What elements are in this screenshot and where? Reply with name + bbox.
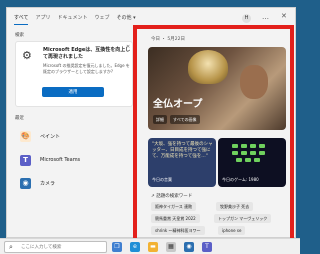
teams-icon[interactable]: T: [202, 242, 212, 252]
recent-item-teams[interactable]: T Microsoft Teams: [20, 150, 80, 170]
paint-icon: 🎨: [20, 130, 31, 142]
more-options-icon[interactable]: …: [262, 13, 269, 21]
left-pane: 検索 ⚙ ✕ Microsoft Edgeは、互換性を向上して再現されました M…: [7, 30, 139, 239]
details-chip[interactable]: 詳細: [153, 115, 167, 124]
all-images-chip[interactable]: すべての画像: [170, 115, 200, 124]
notification-title: Microsoft Edgeは、互換性を向上して再現されました: [43, 47, 131, 60]
trophy-image: [188, 50, 228, 84]
trending-item[interactable]: iphone se: [218, 226, 246, 235]
task-view-icon[interactable]: ❐: [112, 242, 122, 252]
news-date: 今日 ・ 5月22日: [151, 37, 185, 42]
tab-all[interactable]: すべて: [14, 8, 29, 28]
teams-icon: T: [20, 154, 31, 166]
tab-web[interactable]: ウェブ: [94, 8, 109, 28]
game-invaders-image: [232, 144, 272, 168]
recent-item-label: ペイント: [40, 133, 61, 140]
camera-icon[interactable]: ◉: [184, 242, 194, 252]
section-label-search: 検索: [15, 33, 24, 38]
avatar[interactable]: H: [242, 14, 251, 23]
taskbar-search-box[interactable]: ⌕: [4, 241, 107, 253]
game-card-label: 今日のゲーム: 1980: [222, 177, 259, 182]
search-tabs: すべて アプリ ドキュメント ウェブ その他 ▾ H … ✕: [7, 8, 295, 28]
recent-item-camera[interactable]: ◉ カメラ: [20, 173, 55, 193]
trending-item[interactable]: トップガン マーヴェリック: [214, 214, 272, 223]
apply-button[interactable]: 適用: [42, 87, 104, 97]
trending-item[interactable]: 競馬重賞 天皇賞 2022: [151, 214, 200, 223]
trending-item[interactable]: shrink 〜精神科医ヨワ〜: [151, 226, 205, 235]
search-flyout: すべて アプリ ドキュメント ウェブ その他 ▾ H … ✕ 検索 ⚙ ✕ Mi…: [6, 7, 296, 238]
recent-item-label: Microsoft Teams: [40, 157, 81, 163]
tab-more[interactable]: その他 ▾: [117, 8, 136, 28]
recent-item-label: カメラ: [40, 180, 56, 187]
section-label-recent: 最近: [15, 116, 24, 121]
folder-icon[interactable]: ▬: [148, 242, 158, 252]
quote-card-label: 今日の言葉: [152, 177, 172, 182]
trending-item[interactable]: 牧野美沙子 死去: [216, 202, 254, 211]
gear-icon: ⚙: [22, 49, 32, 62]
trending-heading: ↗ 話題の検索ワード: [151, 194, 193, 199]
search-icon: ⌕: [9, 243, 13, 251]
taskbar: ⌕ ❐ e ▬ ▦ ◉ T: [0, 238, 300, 254]
close-icon[interactable]: ✕: [281, 12, 287, 20]
edge-notification-card: ⚙ ✕ Microsoft Edgeは、互換性を向上して再現されました Micr…: [15, 41, 133, 107]
player-image: [240, 65, 268, 99]
trending-item[interactable]: 阪神タイガース 連敗: [151, 202, 197, 211]
quote-text: "大坂、強を持つて最後のシャッター、日目成を持つて強にて、万能成を持つて強を…": [152, 142, 213, 159]
edge-icon[interactable]: e: [130, 242, 140, 252]
quote-card[interactable]: "大坂、強を持つて最後のシャッター、日目成を持つて強にて、万能成を持つて強を…"…: [148, 138, 216, 187]
notification-body: Microsoft の推奨設定を復元しました。Edge を既定のブラウザーとして…: [43, 63, 130, 74]
app-icon[interactable]: ▦: [166, 242, 176, 252]
camera-icon: ◉: [20, 177, 31, 189]
tab-documents[interactable]: ドキュメント: [57, 8, 87, 28]
news-pane: 今日 ・ 5月22日 全仏オープ 詳細 すべての画像 "大坂、強を持つて最後のシ…: [139, 28, 297, 239]
hero-news-card[interactable]: 全仏オープ 詳細 すべての画像: [148, 47, 286, 130]
recent-item-paint[interactable]: 🎨 ペイント: [20, 126, 60, 146]
tab-apps[interactable]: アプリ: [35, 8, 50, 28]
search-input[interactable]: [21, 244, 101, 251]
game-card[interactable]: 今日のゲーム: 1980: [218, 138, 286, 187]
hero-headline: 全仏オープ: [153, 99, 203, 110]
